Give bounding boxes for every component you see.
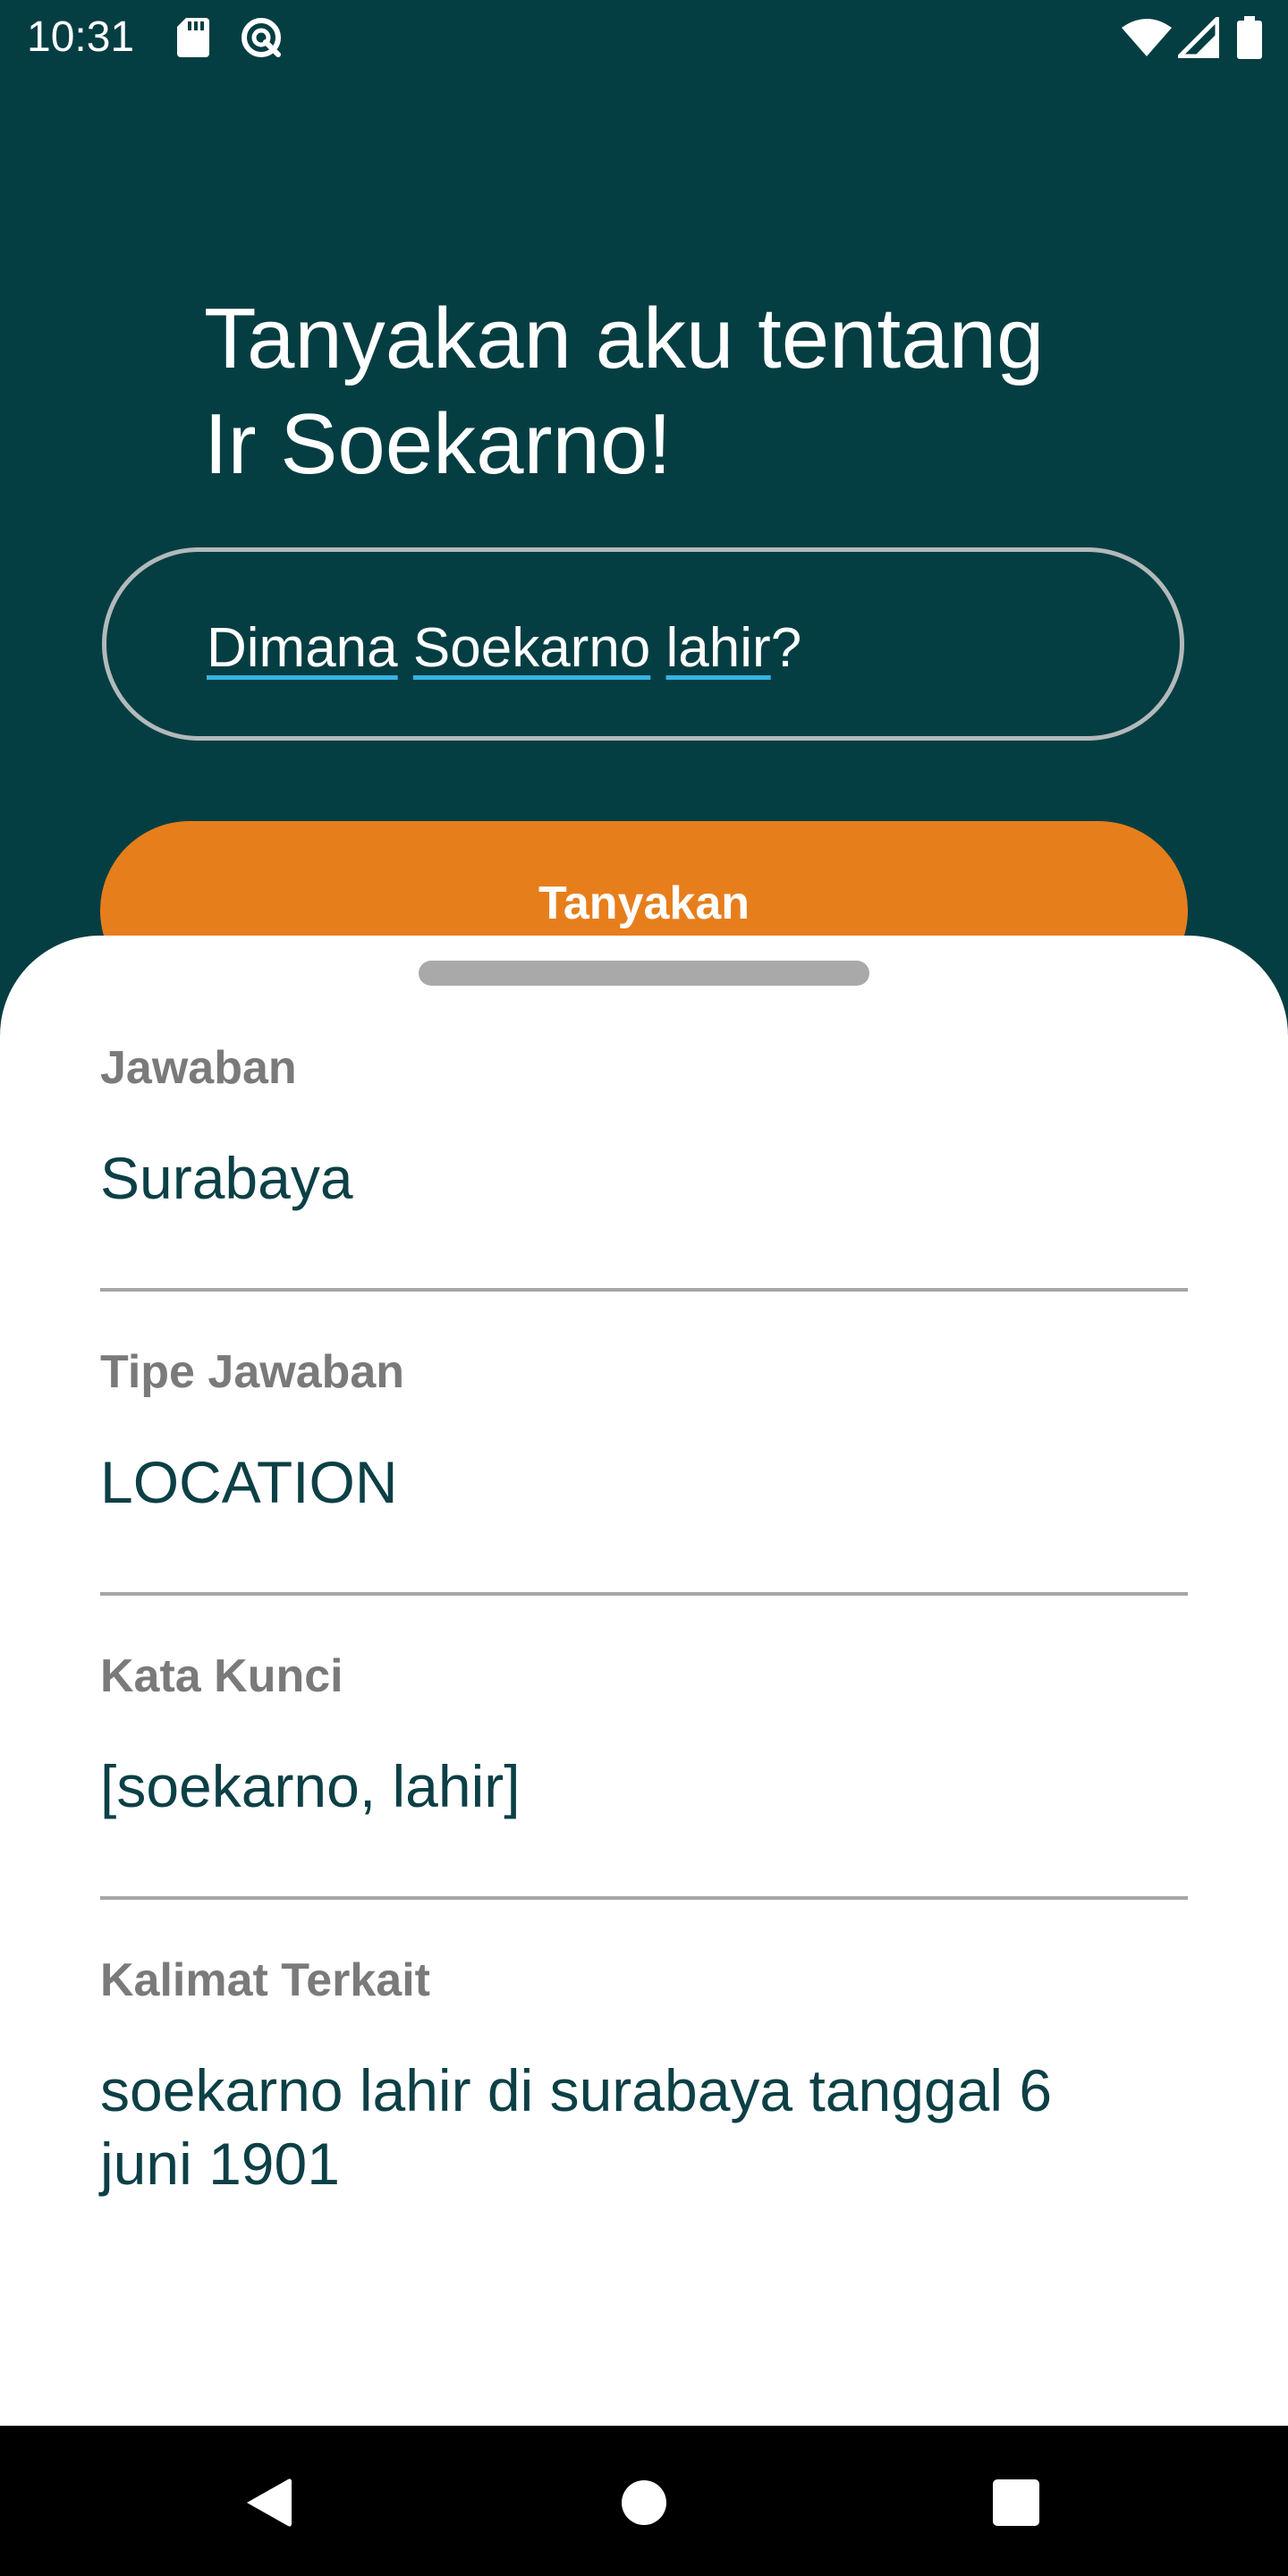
result-sheet: Jawaban Surabaya Tipe Jawaban LOCATION K…	[0, 936, 1288, 2428]
answer-type-value: LOCATION	[100, 1449, 398, 1515]
answer-type-section: Tipe Jawaban LOCATION	[100, 1345, 1188, 1519]
answer-type-label: Tipe Jawaban	[100, 1346, 405, 1398]
status-bar: 10:31	[0, 0, 1288, 75]
recents-icon[interactable]	[989, 2476, 1043, 2529]
sheet-drag-handle[interactable]	[419, 961, 869, 986]
status-time: 10:31	[27, 13, 135, 61]
question-suffix: ?	[770, 617, 802, 679]
question-text[interactable]: Dimana Soekarno lahir?	[207, 616, 801, 681]
cell-signal-icon	[1177, 14, 1220, 61]
related-sentence-value: soekarno lahir di surabaya tanggal 6 jun…	[100, 2057, 1053, 2197]
keywords-section: Kata Kunci [soekarno, lahir]	[100, 1649, 1188, 1823]
divider	[100, 1896, 1188, 1900]
question-word: Soekarno	[412, 617, 651, 679]
app-screen: 10:31 Tanyakan aku tentang Ir Soekarno! …	[0, 0, 1288, 2576]
question-input[interactable]: Dimana Soekarno lahir?	[102, 547, 1184, 741]
answer-value: Surabaya	[100, 1145, 353, 1211]
divider	[100, 1592, 1188, 1596]
sync-off-icon	[238, 14, 284, 61]
sd-card-icon	[175, 14, 211, 61]
navigation-bar	[0, 2426, 1288, 2576]
question-word: lahir	[665, 617, 771, 679]
keywords-label: Kata Kunci	[100, 1650, 343, 1702]
answer-section: Jawaban Surabaya	[100, 1041, 1188, 1215]
home-icon[interactable]	[617, 2476, 671, 2529]
battery-icon	[1234, 14, 1265, 61]
page-title: Tanyakan aku tentang Ir Soekarno!	[204, 291, 1045, 492]
divider	[100, 1288, 1188, 1292]
related-sentence-label: Kalimat Terkait	[100, 1954, 430, 2006]
answer-label: Jawaban	[100, 1042, 297, 1094]
question-word: Dimana	[207, 617, 398, 679]
wifi-icon	[1122, 14, 1172, 61]
back-icon[interactable]	[242, 2476, 295, 2529]
keywords-value: [soekarno, lahir]	[100, 1753, 521, 1819]
related-sentence-section: Kalimat Terkait soekarno lahir di suraba…	[100, 1953, 1188, 2200]
